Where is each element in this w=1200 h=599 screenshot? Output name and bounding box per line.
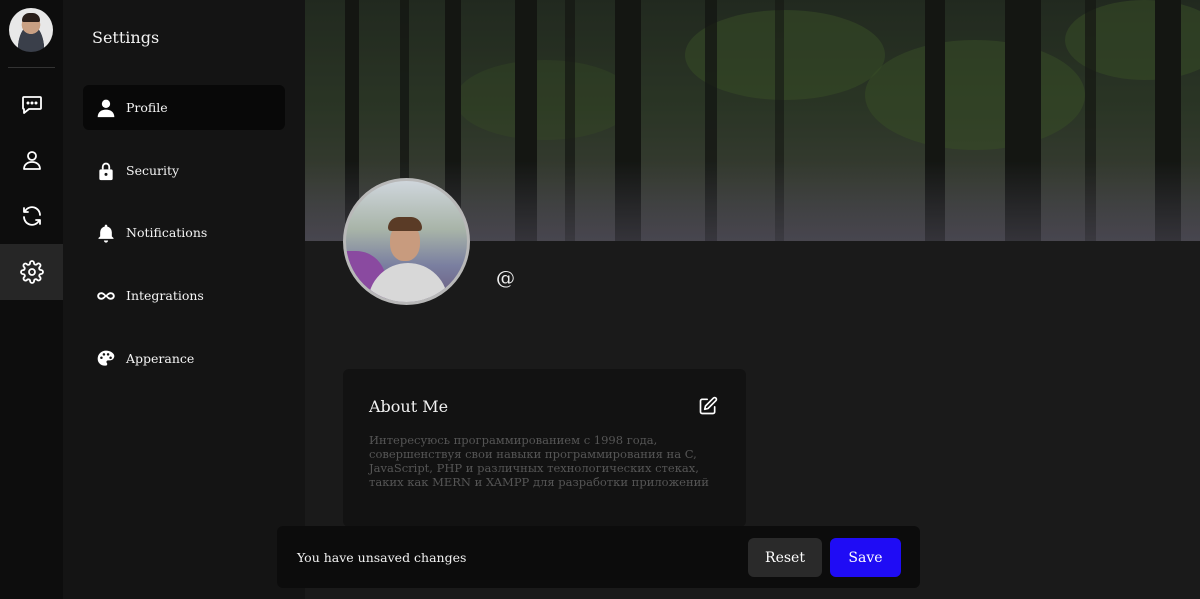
user-avatar[interactable] (9, 8, 53, 52)
profile-handle: @ (496, 267, 515, 289)
settings-sidebar: Settings Profile Security Notifications … (63, 0, 305, 599)
bell-icon (96, 223, 116, 243)
palette-icon (96, 349, 116, 369)
sidebar-item-profile[interactable]: Profile (83, 85, 285, 130)
rail-item-refresh[interactable] (0, 188, 63, 244)
sidebar-item-label: Apperance (126, 351, 195, 366)
sidebar-item-notifications[interactable]: Notifications (83, 210, 285, 255)
rail-item-settings[interactable] (0, 244, 63, 300)
sidebar-title: Settings (92, 28, 160, 47)
about-me-text: Интересуюсь программированием с 1998 год… (369, 433, 709, 489)
sidebar-item-label: Notifications (126, 225, 208, 240)
rail-divider (8, 67, 55, 68)
rail-item-chat[interactable] (0, 76, 63, 132)
infinity-icon (96, 286, 116, 306)
sidebar-item-label: Security (126, 163, 180, 178)
sidebar-item-label: Integrations (126, 288, 204, 303)
refresh-icon (22, 206, 41, 226)
profile-main: @ About Me Интересуюсь программированием… (305, 0, 1200, 599)
edit-icon[interactable] (698, 396, 718, 416)
reset-button[interactable]: Reset (748, 538, 822, 577)
save-button[interactable]: Save (830, 538, 901, 577)
about-me-card: About Me Интересуюсь программированием с… (343, 369, 746, 527)
sidebar-item-security[interactable]: Security (83, 148, 285, 193)
user-icon (22, 151, 41, 170)
about-me-title: About Me (369, 397, 449, 416)
sidebar-item-appearance[interactable]: Apperance (83, 336, 285, 381)
sidebar-item-integrations[interactable]: Integrations (83, 273, 285, 318)
user-silhouette-icon (96, 98, 116, 118)
unsaved-changes-bar: You have unsaved changes Reset Save (277, 526, 920, 588)
lock-icon (96, 161, 116, 181)
icon-rail (0, 0, 63, 599)
rail-item-user[interactable] (0, 132, 63, 188)
gear-icon (19, 260, 44, 284)
chat-icon (21, 96, 42, 114)
sidebar-item-label: Profile (126, 100, 168, 115)
unsaved-message: You have unsaved changes (297, 550, 467, 565)
profile-photo[interactable] (343, 178, 470, 305)
